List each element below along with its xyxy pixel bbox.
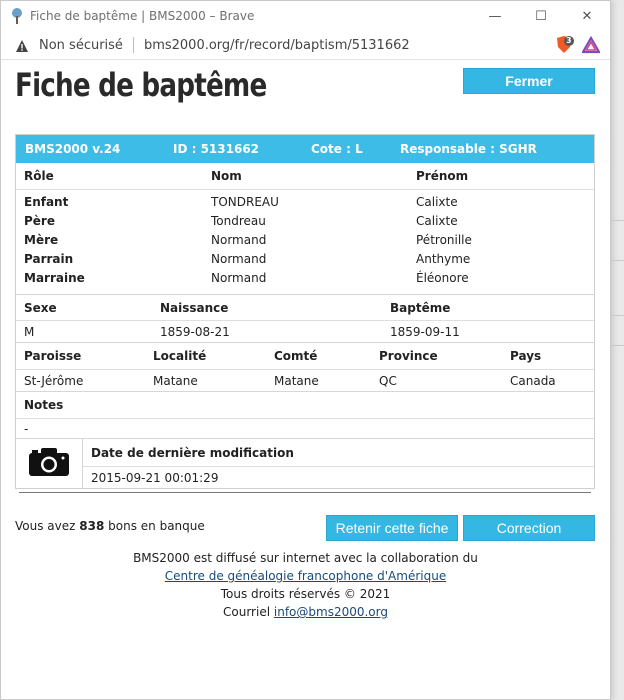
background-page <box>611 0 624 700</box>
place-header-row: Paroisse Localité Comté Province Pays <box>16 342 594 369</box>
place-values-row: St-Jérôme Matane Matane QC Canada <box>16 369 594 391</box>
nom-cell: Normand <box>211 232 267 247</box>
col-province: Province <box>379 349 438 363</box>
bapteme-value: 1859-09-11 <box>390 324 460 339</box>
notes-header-row: Notes <box>16 391 594 418</box>
prenom-cell: Pétronille <box>416 232 472 247</box>
table-row: Parrain Normand Anthyme <box>16 249 594 268</box>
prenom-cell: Calixte <box>416 213 458 228</box>
notes-value-row: - <box>16 418 594 438</box>
comte-value: Matane <box>274 373 319 388</box>
minimize-button[interactable]: — <box>472 1 518 31</box>
nom-cell: Normand <box>211 251 267 266</box>
brave-shield-icon[interactable]: 3 <box>554 35 574 55</box>
table-row: Enfant TONDREAU Calixte <box>16 192 594 211</box>
col-pays: Pays <box>510 349 542 363</box>
brave-count-badge: 3 <box>566 36 572 45</box>
naissance-value: 1859-08-21 <box>160 324 230 339</box>
col-paroisse: Paroisse <box>24 349 82 363</box>
record-header: BMS2000 v.24 ID : 5131662 Cote : L Respo… <box>16 135 594 163</box>
footer-link-row: Centre de généalogie francophone d'Améri… <box>1 569 610 583</box>
modification-value: 2015-09-21 00:01:29 <box>83 466 594 488</box>
col-bapteme: Baptême <box>390 300 451 315</box>
maximize-button[interactable]: ☐ <box>518 1 564 31</box>
browser-window: Fiche de baptême | BMS2000 – Brave — ☐ ✕… <box>0 0 611 700</box>
keep-record-button[interactable]: Retenir cette fiche <box>326 515 458 541</box>
title-bar: Fiche de baptême | BMS2000 – Brave — ☐ ✕ <box>1 1 610 31</box>
brave-rewards-icon[interactable] <box>581 35 601 54</box>
url-field[interactable]: bms2000.org/fr/record/baptism/5131662 <box>144 38 554 53</box>
modification-section: Date de dernière modification 2015-09-21… <box>16 438 594 488</box>
col-prenom: Prénom <box>416 169 469 183</box>
table-row: Père Tondreau Calixte <box>16 211 594 230</box>
col-comte: Comté <box>274 349 318 363</box>
prenom-cell: Anthyme <box>416 251 471 266</box>
nom-cell: TONDREAU <box>211 194 279 209</box>
bank-prefix: Vous avez <box>15 519 76 533</box>
event-values-row: M 1859-08-21 1859-09-11 <box>16 320 594 342</box>
province-value: QC <box>379 373 397 388</box>
version-label: BMS2000 v.24 <box>25 142 121 156</box>
paroisse-value: St-Jérôme <box>24 373 84 388</box>
role-cell: Père <box>24 213 55 228</box>
role-cell: Mère <box>24 232 59 247</box>
nom-cell: Normand <box>211 270 267 285</box>
record-card: BMS2000 v.24 ID : 5131662 Cote : L Respo… <box>15 134 595 489</box>
pays-value: Canada <box>510 373 556 388</box>
divider-line <box>19 492 591 493</box>
notes-value: - <box>24 421 29 436</box>
mail-link[interactable]: info@bms2000.org <box>274 605 388 619</box>
footer-rights: Tous droits réservés © 2021 <box>220 587 391 601</box>
window-title: Fiche de baptême | BMS2000 – Brave <box>30 9 255 23</box>
divider <box>132 37 134 53</box>
role-cell: Enfant <box>24 194 69 209</box>
footer-mail-row: Courriel info@bms2000.org <box>1 605 610 619</box>
people-header-row: Rôle Nom Prénom <box>16 163 594 189</box>
bank-balance: Vous avez 838 bons en banque <box>15 519 205 533</box>
notes-label: Notes <box>24 398 64 412</box>
address-bar: Non sécurisé bms2000.org/fr/record/bapti… <box>1 31 610 60</box>
col-nom: Nom <box>211 169 242 183</box>
prenom-cell: Calixte <box>416 194 458 209</box>
cgfa-link[interactable]: Centre de généalogie francophone d'Améri… <box>165 569 446 583</box>
sexe-value: M <box>24 324 35 339</box>
photo-cell <box>16 439 83 488</box>
tree-icon <box>10 8 24 24</box>
page-content: Fiche de baptême Fermer BMS2000 v.24 ID … <box>1 60 610 700</box>
col-localite: Localité <box>153 349 207 363</box>
people-list: Enfant TONDREAU Calixte Père Tondreau Ca… <box>16 189 594 290</box>
security-label[interactable]: Non sécurisé <box>39 38 123 53</box>
localite-value: Matane <box>153 373 198 388</box>
role-cell: Marraine <box>24 270 85 285</box>
record-id: ID : 5131662 <box>173 142 260 156</box>
col-naissance: Naissance <box>160 300 229 315</box>
col-sexe: Sexe <box>24 300 57 315</box>
mail-label: Courriel <box>223 605 271 619</box>
nom-cell: Tondreau <box>211 213 266 228</box>
close-window-button[interactable]: ✕ <box>564 1 610 31</box>
bank-suffix: bons en banque <box>108 519 205 533</box>
col-role: Rôle <box>24 169 54 183</box>
close-button[interactable]: Fermer <box>463 68 595 94</box>
page-title: Fiche de baptême <box>15 66 267 104</box>
correction-button[interactable]: Correction <box>463 515 595 541</box>
responsable-label: Responsable : SGHR <box>400 142 537 156</box>
table-row: Mère Normand Pétronille <box>16 230 594 249</box>
event-header-row: Sexe Naissance Baptême <box>16 294 594 320</box>
role-cell: Parrain <box>24 251 74 266</box>
camera-icon[interactable] <box>28 447 70 480</box>
footer-line1: BMS2000 est diffusé sur internet avec la… <box>133 551 478 565</box>
modification-label: Date de dernière modification <box>91 445 294 460</box>
cote-label: Cote : L <box>311 142 363 156</box>
prenom-cell: Éléonore <box>416 270 469 285</box>
bank-count: 838 <box>79 519 105 533</box>
warning-icon[interactable] <box>15 38 29 52</box>
table-row: Marraine Normand Éléonore <box>16 268 594 287</box>
